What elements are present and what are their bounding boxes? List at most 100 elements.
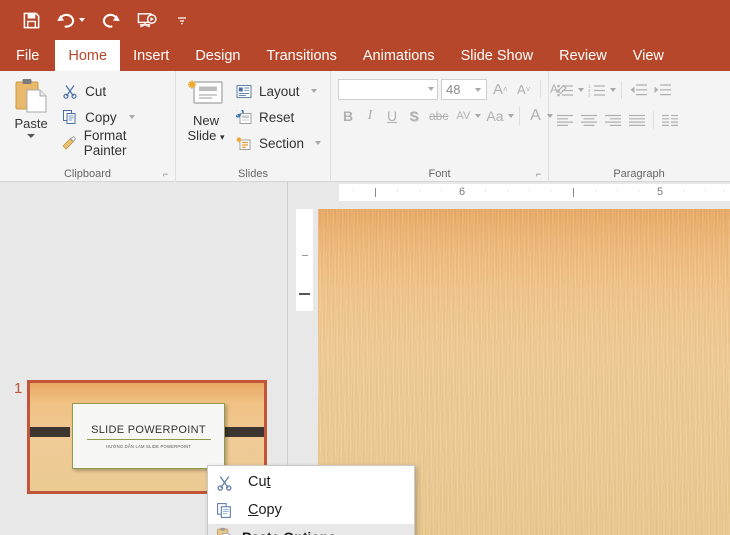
thumb-title-card: SLIDE POWERPOINT HƯỚNG DẪN LÀM SLIDE POW… xyxy=(72,403,225,469)
context-menu-label-copy: Copy xyxy=(248,502,282,518)
tab-insert[interactable]: Insert xyxy=(120,40,182,71)
bold-button[interactable]: B xyxy=(338,105,358,127)
customize-qat-icon[interactable] xyxy=(171,7,193,33)
font-name-caret[interactable] xyxy=(428,87,434,91)
layout-dropdown-caret[interactable] xyxy=(310,89,317,93)
format-painter-label: Format Painter xyxy=(83,128,127,158)
start-presentation-icon[interactable] xyxy=(135,7,157,33)
reset-command[interactable]: Reset xyxy=(231,105,325,129)
horizontal-ruler-track: ' ' ' ' 6 ' ' ' ' ' ' ' 5 ' ' ' xyxy=(339,184,730,201)
tab-design[interactable]: Design xyxy=(182,40,253,71)
tab-animations[interactable]: Animations xyxy=(350,40,448,71)
tab-transitions[interactable]: Transitions xyxy=(253,40,349,71)
copy-label: Copy xyxy=(85,109,117,125)
tab-home[interactable]: Home xyxy=(55,40,121,71)
clipboard-dialog-launcher-icon[interactable]: ⌐ xyxy=(163,170,172,179)
align-right-icon[interactable] xyxy=(602,109,624,131)
format-painter-icon xyxy=(61,134,78,152)
font-color-button[interactable]: A xyxy=(525,105,545,127)
reset-icon xyxy=(235,108,253,126)
thumb-decor-bar-right xyxy=(224,427,264,437)
context-menu: Cut Copy Paste Options: a xyxy=(207,465,415,535)
quick-access-toolbar xyxy=(0,0,730,40)
change-case-button[interactable]: Aa xyxy=(483,105,506,127)
font-size-input[interactable]: 48 xyxy=(441,78,487,100)
ribbon-group-font: 48 A ˄ A ˅ A B I U S abc AV Aa A Font ⌐ xyxy=(331,71,567,182)
underline-button[interactable]: U xyxy=(382,105,402,127)
paragraph-group-label: Paragraph xyxy=(613,167,665,180)
italic-button[interactable]: I xyxy=(360,105,380,127)
font-size-value: 48 xyxy=(446,81,461,97)
copy-icon xyxy=(216,502,242,519)
increase-indent-icon[interactable] xyxy=(651,79,673,101)
character-spacing-caret[interactable] xyxy=(475,114,482,118)
change-case-caret[interactable] xyxy=(508,114,515,118)
bullets-icon[interactable] xyxy=(554,79,576,101)
context-menu-label-cut: Cut xyxy=(248,474,271,490)
increase-font-size-button[interactable]: A ˄ xyxy=(490,78,511,100)
ribbon-group-paragraph: 123 Paragraph xyxy=(549,71,729,182)
character-spacing-button[interactable]: AV xyxy=(453,105,473,127)
paste-button[interactable]: Paste xyxy=(5,75,57,138)
svg-text:3: 3 xyxy=(588,92,591,97)
save-icon[interactable] xyxy=(20,7,42,33)
tab-file[interactable]: File xyxy=(0,40,55,71)
section-label: Section xyxy=(258,135,304,151)
strikethrough-button[interactable]: abc xyxy=(426,105,451,127)
slides-group-label: Slides xyxy=(238,167,268,180)
cut-command[interactable]: Cut xyxy=(57,79,170,103)
scissors-icon xyxy=(216,474,242,491)
tab-slide-show[interactable]: Slide Show xyxy=(448,40,547,71)
decrease-indent-icon[interactable] xyxy=(627,79,649,101)
undo-icon[interactable] xyxy=(56,7,85,33)
numbering-caret[interactable] xyxy=(610,88,616,92)
font-group-label: Font xyxy=(428,167,451,180)
tab-review[interactable]: Review xyxy=(546,40,620,71)
redo-icon[interactable] xyxy=(99,7,121,33)
align-center-icon[interactable] xyxy=(578,109,600,131)
paste-icon xyxy=(15,79,47,113)
copy-command[interactable]: Copy xyxy=(57,105,170,129)
undo-dropdown-caret[interactable] xyxy=(79,18,85,22)
context-menu-paste-options-header: Paste Options: xyxy=(208,524,414,535)
powerpoint-window: File Home Insert Design Transitions Anim… xyxy=(0,0,730,535)
font-size-caret[interactable] xyxy=(475,87,481,92)
align-left-icon[interactable] xyxy=(554,109,576,131)
new-slide-icon xyxy=(187,80,223,104)
font-name-input[interactable] xyxy=(338,78,438,100)
thumb-decor-bar-left xyxy=(30,427,70,437)
cut-label: Cut xyxy=(85,83,107,99)
context-menu-item-cut[interactable]: Cut xyxy=(208,468,414,496)
section-dropdown-caret[interactable] xyxy=(315,141,321,145)
ruler-label-5: 5 xyxy=(657,186,664,198)
new-slide-label-line2: Slide ▾ xyxy=(187,128,225,143)
reset-label: Reset xyxy=(258,109,295,125)
tab-view[interactable]: View xyxy=(620,40,677,71)
workspace: 1 SLIDE POWERPOINT HƯỚNG DẪN LÀM SLIDE P… xyxy=(0,182,730,535)
decrease-font-size-button[interactable]: A ˅ xyxy=(514,78,534,100)
context-menu-label-paste-options: Paste Options: xyxy=(242,529,341,535)
format-painter-command[interactable]: Format Painter xyxy=(57,128,170,158)
context-menu-item-copy[interactable]: Copy xyxy=(208,496,414,524)
layout-icon xyxy=(235,82,253,100)
columns-icon[interactable] xyxy=(659,109,681,131)
layout-label: Layout xyxy=(258,83,300,99)
copy-icon xyxy=(61,108,79,126)
justify-icon[interactable] xyxy=(626,109,648,131)
scissors-icon xyxy=(61,82,79,100)
text-shadow-button[interactable]: S xyxy=(404,105,424,127)
font-dialog-launcher-icon[interactable]: ⌐ xyxy=(536,170,545,179)
copy-dropdown-caret[interactable] xyxy=(128,115,135,119)
layout-command[interactable]: Layout xyxy=(231,79,325,103)
paste-dropdown-caret[interactable] xyxy=(27,134,36,138)
thumb-subtitle-text: HƯỚNG DẪN LÀM SLIDE POWERPOINT xyxy=(105,443,192,449)
numbering-icon[interactable]: 123 xyxy=(586,79,608,101)
section-command[interactable]: Section xyxy=(231,131,325,155)
vertical-ruler xyxy=(296,209,313,311)
new-slide-button[interactable]: New Slide ▾ xyxy=(181,75,231,145)
ribbon-group-slides: New Slide ▾ Layout Reset Section Slides xyxy=(176,71,331,182)
ribbon-tab-bar: File Home Insert Design Transitions Anim… xyxy=(0,40,730,71)
paste-label: Paste xyxy=(14,116,48,131)
thumb-title-text: SLIDE POWERPOINT xyxy=(86,424,211,440)
bullets-caret[interactable] xyxy=(578,88,584,92)
